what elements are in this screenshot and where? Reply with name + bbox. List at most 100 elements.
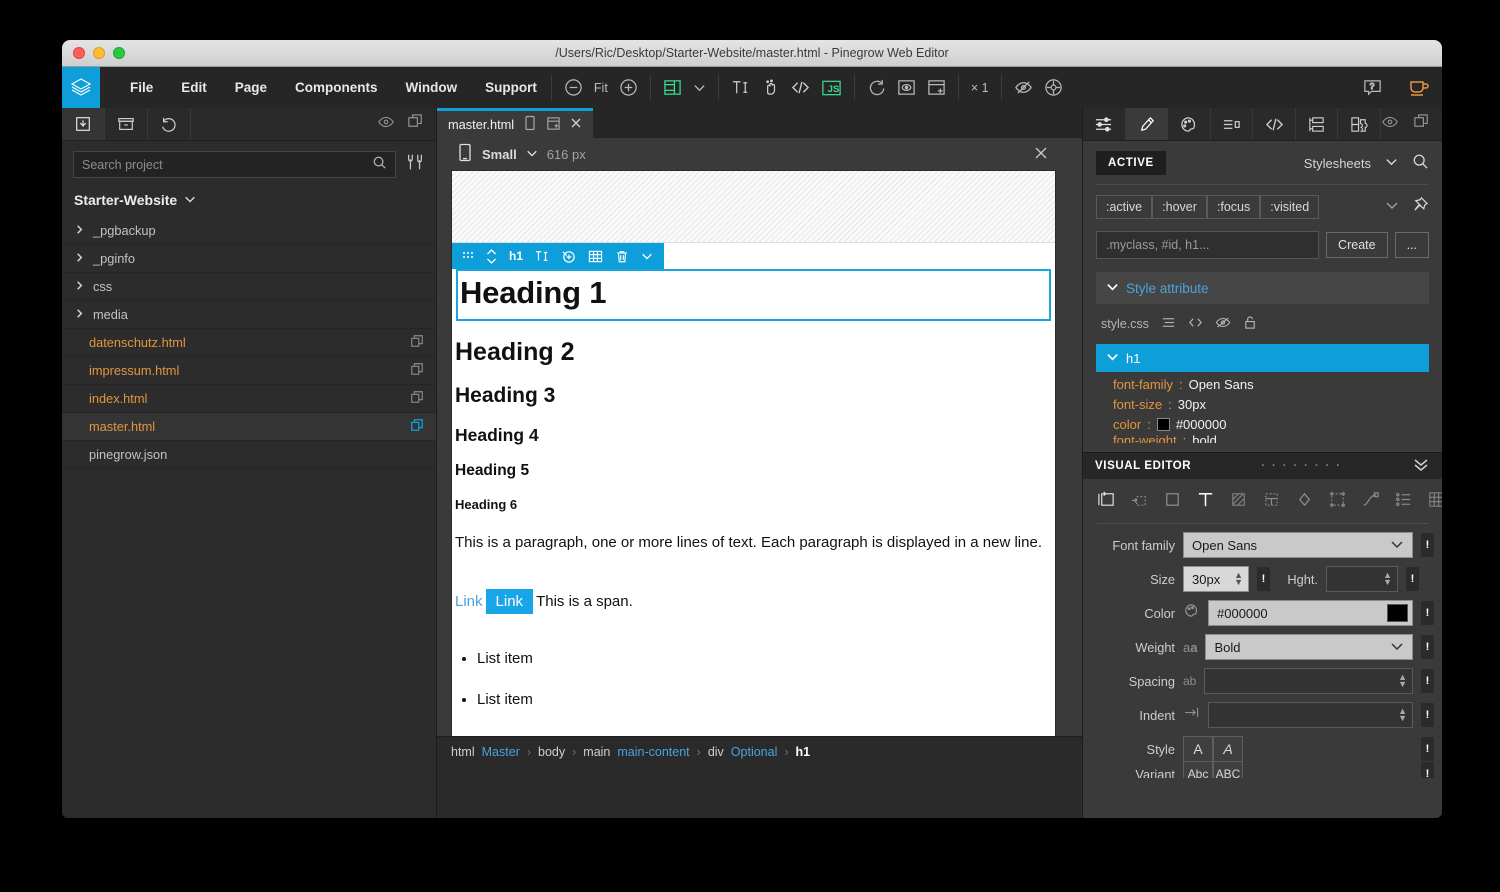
hide-stylesheet-icon[interactable] (1215, 316, 1231, 332)
tab-import-page[interactable] (62, 108, 105, 140)
page-link-2-selected[interactable]: Link (485, 589, 534, 614)
project-name-row[interactable]: Starter-Website (62, 184, 436, 217)
css-property-font-size[interactable]: font-size: 30px (1083, 392, 1442, 412)
close-device-icon[interactable] (1034, 146, 1048, 163)
stylesheet-file-label[interactable]: style.css (1101, 317, 1149, 331)
border-icon[interactable] (1262, 490, 1281, 514)
element-tag-label[interactable]: h1 (503, 249, 529, 263)
duplicate-icon[interactable] (410, 418, 424, 435)
chevron-down-icon[interactable] (1106, 350, 1119, 366)
page-link-1[interactable]: Link (455, 593, 483, 610)
page-heading-5[interactable]: Heading 5 (455, 462, 1052, 480)
page-paragraph[interactable]: This is a paragraph, one or more lines o… (455, 530, 1052, 556)
color-swatch[interactable] (1387, 604, 1408, 622)
chevron-down-icon[interactable] (1390, 639, 1404, 656)
hand-select-icon[interactable] (761, 78, 780, 97)
panels-icon[interactable] (407, 113, 424, 135)
tab-code[interactable] (1253, 108, 1296, 140)
editor-tab-master-html[interactable]: master.html (437, 108, 594, 138)
breadcrumb-name-master[interactable]: Master (482, 745, 520, 759)
chevron-down-icon[interactable] (184, 192, 196, 208)
font-variant-smallcaps-button[interactable]: ABC (1213, 762, 1243, 778)
search-icon[interactable] (372, 155, 387, 175)
page-heading-4[interactable]: Heading 4 (455, 425, 1052, 446)
important-toggle[interactable]: ! (1421, 533, 1434, 557)
list-item[interactable]: List item (477, 679, 1052, 720)
new-window-icon[interactable] (927, 78, 946, 97)
font-style-italic-button[interactable]: A (1213, 736, 1243, 762)
breadcrumb-tag-body[interactable]: body (538, 745, 565, 759)
transform-icon[interactable] (1328, 490, 1347, 514)
text-indent-input[interactable]: ▲ ▼ (1208, 702, 1413, 728)
list-view-icon[interactable] (1161, 315, 1176, 333)
tree-item-impressum[interactable]: impressum.html (62, 357, 436, 385)
palette-icon[interactable] (1183, 602, 1200, 624)
css-property-font-weight[interactable]: font-weight: bold (1083, 432, 1442, 444)
breadcrumb-tag-html[interactable]: html (451, 745, 475, 759)
tree-item-pginfo[interactable]: _pginfo (62, 245, 436, 273)
menu-file[interactable]: File (116, 67, 167, 108)
search-box[interactable] (73, 151, 396, 178)
page-heading-6[interactable]: Heading 6 (455, 497, 1052, 512)
zoom-fit-button[interactable]: Fit (594, 81, 608, 95)
hide-helpers-icon[interactable] (1014, 78, 1033, 97)
scale-label[interactable]: × 1 (971, 81, 989, 95)
pin-icon[interactable] (1412, 196, 1429, 218)
list-styles-icon[interactable] (1394, 490, 1413, 514)
zoom-out-icon[interactable] (564, 78, 583, 97)
eye-icon[interactable] (1381, 115, 1399, 134)
font-size-input[interactable]: 30px ▲ ▼ (1183, 566, 1249, 592)
tree-item-css[interactable]: css (62, 273, 436, 301)
close-tab-icon[interactable] (570, 117, 582, 132)
move-updown-icon[interactable] (480, 248, 503, 264)
chevron-down-icon[interactable] (693, 81, 706, 94)
css-rule-selector-h1[interactable]: h1 (1096, 344, 1429, 372)
chevron-right-icon[interactable] (74, 251, 85, 266)
menu-edit[interactable]: Edit (167, 67, 221, 108)
code-view-icon[interactable] (791, 78, 810, 97)
duplicate-icon[interactable] (410, 334, 424, 351)
javascript-toggle-icon[interactable]: JS (821, 79, 842, 97)
position-icon[interactable] (1130, 490, 1149, 514)
breadcrumb-tag-main[interactable]: main (583, 745, 610, 759)
grid-layout-icon[interactable] (663, 78, 682, 97)
important-toggle[interactable]: ! (1421, 703, 1434, 727)
page-span-text[interactable]: This is a span. (536, 593, 633, 610)
panels-icon[interactable] (1413, 113, 1430, 135)
transition-icon[interactable] (1361, 490, 1380, 514)
menu-page[interactable]: Page (221, 67, 281, 108)
chevron-down-icon[interactable] (1385, 155, 1398, 171)
selector-input[interactable] (1096, 231, 1320, 259)
menu-components[interactable]: Components (281, 67, 392, 108)
color-input[interactable]: #000000 (1208, 600, 1413, 626)
page-canvas[interactable]: h1 Heading 1 Heading 2 Heading 3 Heading… (451, 170, 1056, 736)
font-style-normal-button[interactable]: A (1183, 736, 1213, 762)
tab-undo[interactable] (148, 108, 191, 140)
search-icon[interactable] (1412, 153, 1429, 173)
device-name[interactable]: Small (482, 147, 517, 162)
chevron-right-icon[interactable] (74, 307, 85, 322)
css-property-font-family[interactable]: font-family: Open Sans (1083, 372, 1442, 392)
pinegrow-logo-icon[interactable] (62, 67, 100, 108)
font-weight-select[interactable]: Bold (1205, 634, 1413, 660)
tab-text-align[interactable] (1211, 108, 1254, 140)
page-heading-3[interactable]: Heading 3 (455, 384, 1052, 408)
chevron-down-icon[interactable] (1385, 198, 1399, 217)
create-selector-button[interactable]: Create (1326, 232, 1388, 258)
important-toggle[interactable]: ! (1421, 737, 1434, 761)
tree-item-master[interactable]: master.html (62, 413, 436, 441)
project-settings-icon[interactable] (405, 152, 425, 177)
chevron-down-icon[interactable] (526, 147, 538, 162)
pseudo-focus[interactable]: :focus (1206, 195, 1261, 219)
grid-icon[interactable] (582, 249, 609, 264)
effects-icon[interactable] (1295, 490, 1314, 514)
add-view-icon[interactable] (546, 116, 561, 134)
important-toggle[interactable]: ! (1257, 567, 1270, 591)
background-icon[interactable] (1229, 490, 1248, 514)
stepper-icon[interactable]: ▲ ▼ (1383, 571, 1392, 587)
stepper-icon[interactable]: ▲ ▼ (1398, 673, 1407, 689)
pseudo-visited[interactable]: :visited (1260, 195, 1320, 219)
menu-window[interactable]: Window (392, 67, 472, 108)
breadcrumb-name-main-content[interactable]: main-content (617, 745, 689, 759)
responsive-helpers-icon[interactable] (1044, 78, 1063, 97)
